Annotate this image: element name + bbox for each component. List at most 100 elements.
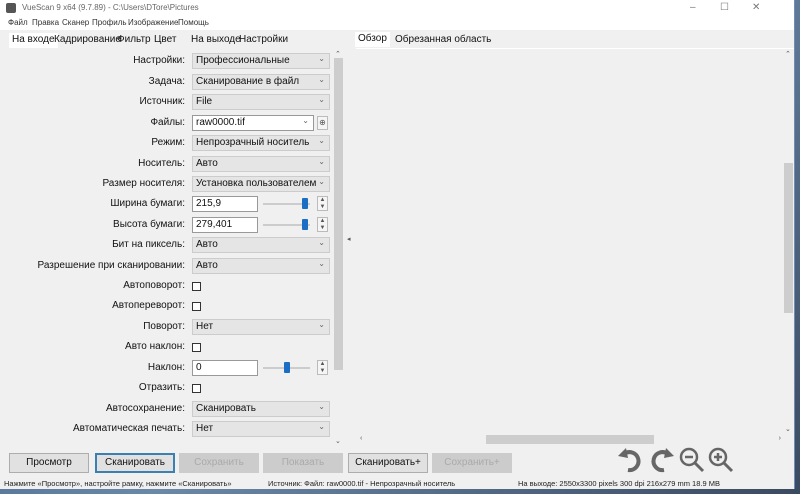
- tab-preview[interactable]: Обзор: [355, 32, 390, 47]
- auto-skew-checkbox[interactable]: [192, 343, 201, 352]
- status-source: Источник: Файл: raw0000.tif - Непрозрачн…: [268, 479, 456, 488]
- autosave-select[interactable]: Сканировать ⌄: [192, 401, 330, 417]
- tab-filter[interactable]: Фильтр: [114, 33, 154, 48]
- rotate-left-icon[interactable]: [616, 446, 644, 474]
- zoom-in-icon[interactable]: [707, 446, 735, 474]
- skew-spinner[interactable]: ▲ ▼: [317, 360, 328, 375]
- auto-skew-label: Авто наклон:: [125, 341, 185, 352]
- app-icon: [6, 3, 16, 13]
- title-bar: VueScan 9 x64 (9.7.89) - C:\Users\DTore\…: [0, 0, 794, 17]
- autoprint-value: Нет: [196, 423, 214, 434]
- rotate-label: Поворот:: [143, 321, 185, 332]
- rotate-select[interactable]: Нет ⌄: [192, 319, 330, 335]
- bits-value: Авто: [196, 239, 218, 250]
- autoprint-select[interactable]: Нет ⌄: [192, 421, 330, 437]
- chevron-down-icon: ⌄: [318, 75, 325, 84]
- close-button[interactable]: ✕: [752, 2, 760, 13]
- preview-vertical-scrollbar[interactable]: ⌃ ⌄: [784, 50, 793, 433]
- scroll-right-icon[interactable]: ›: [779, 435, 781, 442]
- auto-flip-checkbox[interactable]: [192, 302, 201, 311]
- scroll-up-icon[interactable]: ⌃: [785, 50, 791, 58]
- paper-width-spinner[interactable]: ▲ ▼: [317, 196, 328, 211]
- slider-thumb[interactable]: [301, 219, 308, 230]
- tab-crop[interactable]: Кадрирование: [51, 33, 124, 48]
- menu-file[interactable]: Файл: [8, 18, 28, 27]
- preview-horizontal-scrollbar[interactable]: ‹ ›: [358, 435, 783, 444]
- chevron-down-icon: ⌄: [318, 177, 325, 186]
- scroll-left-icon[interactable]: ‹: [360, 435, 362, 442]
- rotate-right-icon[interactable]: [648, 446, 676, 474]
- tab-color[interactable]: Цвет: [151, 33, 179, 48]
- status-hint: Нажмите «Просмотр», настройте рамку, наж…: [4, 479, 232, 488]
- chevron-down-icon: ⌄: [318, 136, 325, 145]
- mirror-checkbox[interactable]: [192, 384, 201, 393]
- files-combo[interactable]: raw0000.tif ⌄: [192, 115, 314, 131]
- media-label: Носитель:: [138, 158, 185, 169]
- scan-button[interactable]: Сканировать: [95, 453, 175, 473]
- tab-cropped-area[interactable]: Обрезанная область: [392, 33, 494, 48]
- menu-bar: Файл Правка Сканер Профиль Изображение П…: [0, 17, 794, 30]
- chevron-down-icon: ⌄: [318, 320, 325, 329]
- menu-image[interactable]: Изображение: [128, 18, 178, 27]
- autosave-label: Автосохранение:: [105, 403, 185, 414]
- vuescan-window: VueScan 9 x64 (9.7.89) - C:\Users\DTore\…: [0, 0, 795, 489]
- source-select[interactable]: File ⌄: [192, 94, 330, 110]
- menu-edit[interactable]: Правка: [32, 18, 59, 27]
- media-size-value: Установка пользователем: [196, 178, 317, 189]
- paper-width-slider[interactable]: [263, 198, 310, 209]
- mode-select[interactable]: Непрозрачный носитель ⌄: [192, 135, 330, 151]
- slider-thumb[interactable]: [301, 198, 308, 209]
- scroll-down-icon[interactable]: ⌄: [335, 437, 341, 445]
- skew-input[interactable]: 0: [192, 360, 258, 376]
- settings-select[interactable]: Профессиональные ⌄: [192, 53, 330, 69]
- files-label: Файлы:: [150, 117, 185, 128]
- scroll-up-icon[interactable]: ⌃: [335, 50, 341, 58]
- scrollbar-thumb[interactable]: [334, 58, 343, 370]
- zoom-out-icon[interactable]: [678, 446, 706, 474]
- minimize-button[interactable]: –: [690, 2, 696, 13]
- tab-prefs[interactable]: Настройки: [236, 33, 291, 48]
- slider-thumb[interactable]: [283, 362, 290, 373]
- bits-label: Бит на пиксель:: [112, 239, 185, 250]
- resolution-select[interactable]: Авто ⌄: [192, 258, 330, 274]
- scan-plus-button[interactable]: Сканировать+: [348, 453, 428, 473]
- mode-label: Режим:: [151, 137, 185, 148]
- paper-height-slider[interactable]: [263, 219, 310, 230]
- show-button[interactable]: Показать: [263, 453, 343, 473]
- browse-icon[interactable]: ⊕: [317, 116, 328, 130]
- scrollbar-thumb[interactable]: [486, 435, 654, 444]
- bits-select[interactable]: Авто ⌄: [192, 237, 330, 253]
- paper-height-label: Высота бумаги:: [113, 219, 185, 230]
- media-size-select[interactable]: Установка пользователем ⌄: [192, 176, 330, 192]
- auto-rotate-checkbox[interactable]: [192, 282, 201, 291]
- chevron-down-icon: ⌄: [302, 116, 309, 125]
- task-label: Задача:: [148, 76, 185, 87]
- status-output: На выходе: 2550x3300 pixels 300 dpi 216x…: [518, 479, 720, 488]
- mode-value: Непрозрачный носитель: [196, 137, 310, 148]
- left-panel-scrollbar[interactable]: ⌃ ⌄: [334, 50, 343, 445]
- paper-height-spinner[interactable]: ▲ ▼: [317, 217, 328, 232]
- auto-rotate-label: Автоповорот:: [123, 280, 185, 291]
- scroll-down-icon[interactable]: ⌄: [785, 425, 791, 433]
- save-button[interactable]: Сохранить: [179, 453, 259, 473]
- chevron-down-icon: ⌄: [318, 54, 325, 63]
- menu-scanner[interactable]: Сканер: [62, 18, 89, 27]
- collapse-panel-icon[interactable]: ◂: [347, 235, 351, 243]
- save-plus-button[interactable]: Сохранить+: [432, 453, 512, 473]
- window-title: VueScan 9 x64 (9.7.89) - C:\Users\DTore\…: [22, 3, 199, 12]
- preview-button[interactable]: Просмотр: [9, 453, 89, 473]
- maximize-button[interactable]: ☐: [720, 2, 729, 13]
- paper-width-label: Ширина бумаги:: [110, 198, 185, 209]
- task-value: Сканирование в файл: [196, 76, 300, 87]
- menu-profile[interactable]: Профиль: [92, 18, 127, 27]
- task-select[interactable]: Сканирование в файл ⌄: [192, 74, 330, 90]
- media-select[interactable]: Авто ⌄: [192, 156, 330, 172]
- menu-help[interactable]: Помощь: [178, 18, 209, 27]
- media-value: Авто: [196, 158, 218, 169]
- skew-slider[interactable]: [263, 362, 310, 373]
- paper-height-input[interactable]: 279,401: [192, 217, 258, 233]
- resolution-value: Авто: [196, 260, 218, 271]
- preview-area[interactable]: [356, 48, 794, 446]
- scrollbar-thumb[interactable]: [784, 163, 793, 313]
- paper-width-input[interactable]: 215,9: [192, 196, 258, 212]
